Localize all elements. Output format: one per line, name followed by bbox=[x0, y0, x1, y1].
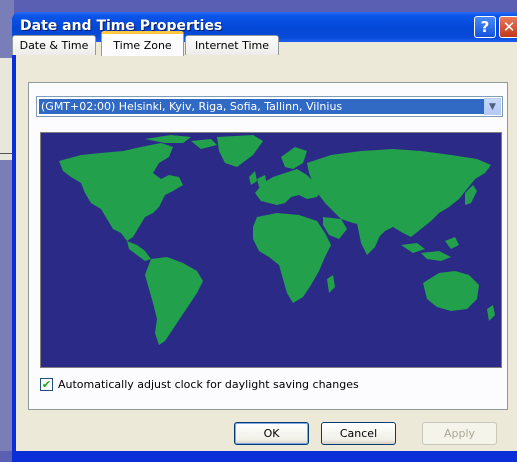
apply-button[interactable]: Apply bbox=[422, 422, 497, 445]
daylight-saving-checkbox[interactable]: ✔ bbox=[40, 377, 53, 391]
dialog-client-area: Date & Time Time Zone Internet Time (GMT… bbox=[12, 31, 517, 451]
world-map-graphic bbox=[59, 135, 495, 345]
tab-date-time[interactable]: Date & Time bbox=[12, 35, 96, 55]
cancel-button[interactable]: Cancel bbox=[321, 422, 396, 445]
tab-time-zone[interactable]: Time Zone bbox=[101, 31, 184, 56]
world-map bbox=[40, 132, 502, 368]
timezone-dropdown[interactable]: (GMT+02:00) Helsinki, Kyiv, Riga, Sofia,… bbox=[36, 96, 503, 117]
tab-internet-time[interactable]: Internet Time bbox=[185, 35, 279, 55]
checkmark-icon: ✔ bbox=[41, 377, 52, 391]
daylight-saving-label: Automatically adjust clock for daylight … bbox=[58, 377, 359, 391]
chevron-down-icon[interactable]: ▼ bbox=[484, 98, 501, 115]
ok-button[interactable]: OK bbox=[234, 422, 309, 445]
timezone-selected-value: (GMT+02:00) Helsinki, Kyiv, Riga, Sofia,… bbox=[39, 99, 484, 114]
daylight-saving-option[interactable]: ✔ Automatically adjust clock for dayligh… bbox=[40, 376, 359, 392]
